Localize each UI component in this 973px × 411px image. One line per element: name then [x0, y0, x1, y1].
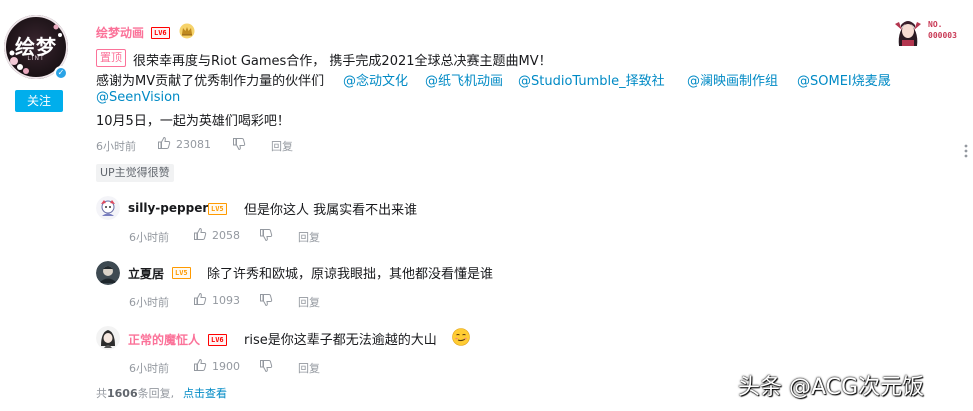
reply-button[interactable]: 回复 — [271, 138, 293, 154]
pinned-tag: 置顶 — [96, 49, 126, 67]
thumbs-up-icon[interactable] — [193, 227, 207, 241]
reply-time: 6小时前 — [129, 362, 169, 375]
poster-name[interactable]: 绘梦动画 — [96, 24, 144, 41]
reply-text: 除了许秀和欧城，原谅我眼拙，其他都没看懂是谁 — [207, 267, 494, 282]
watermark: 头条 @ACG次元饭 — [738, 375, 925, 400]
reply-text: rise是你这辈子都无法逾越的大山 — [244, 333, 437, 348]
reply-button[interactable]: 回复 — [298, 294, 320, 310]
more-vertical-icon[interactable] — [963, 143, 969, 159]
like-count: 23081 — [176, 138, 211, 151]
mention-link[interactable]: @澜映画制作组 — [687, 70, 778, 89]
smirk-emoji-icon — [452, 328, 470, 346]
thumbs-down-icon[interactable] — [259, 293, 273, 307]
comment-time: 6小时前 — [96, 140, 136, 153]
comment-section: 绘梦 LINT ✓ 关注 绘梦动画 LV6 NO. 000003 置顶 很荣幸再… — [0, 0, 973, 411]
reply-button[interactable]: 回复 — [298, 229, 320, 245]
reply-avatar[interactable] — [96, 261, 120, 285]
reply-author[interactable]: 立夏居 — [128, 265, 164, 282]
poster-level-badge: LV6 — [151, 27, 170, 39]
reply-time: 6小时前 — [129, 231, 169, 244]
thumbs-up-icon[interactable] — [157, 136, 171, 150]
content-line-1: 很荣幸再度与Riot Games合作， 携手完成2021全球总决赛主题曲MV！ — [133, 54, 552, 69]
reply-author[interactable]: silly-pepper — [128, 201, 208, 215]
content-line-2: 感谢为MV贡献了优秀制作力量的伙伴们 — [96, 74, 325, 89]
reply-time: 6小时前 — [129, 296, 169, 309]
reply-level-badge: LV5 — [208, 203, 227, 215]
total-suffix: 条回复, — [137, 387, 175, 400]
like-count: 2058 — [212, 229, 240, 242]
mention-link[interactable]: @纸飞机动画 — [425, 70, 503, 89]
thumbs-down-icon[interactable] — [232, 137, 246, 151]
poster-avatar[interactable]: 绘梦 LINT ✓ — [4, 15, 68, 80]
reply-avatar[interactable] — [96, 326, 120, 350]
crown-icon — [179, 23, 195, 39]
thumbs-down-icon[interactable] — [259, 228, 273, 242]
like-count: 1093 — [212, 294, 240, 307]
view-replies-link[interactable]: 点击查看 — [183, 385, 227, 401]
rank-label-line2: 000003 — [928, 31, 957, 40]
like-count: 1900 — [212, 360, 240, 373]
reply-level-badge: LV6 — [208, 334, 227, 346]
thumbs-up-icon[interactable] — [193, 292, 207, 306]
up-liked-tag: UP主觉得很赞 — [96, 164, 174, 182]
mention-link[interactable]: @SOMEI烧麦晟 — [797, 70, 891, 89]
thumbs-down-icon[interactable] — [259, 359, 273, 373]
rank-label-line1: NO. — [928, 20, 943, 29]
follow-button[interactable]: 关注 — [15, 90, 63, 112]
reply-button[interactable]: 回复 — [298, 360, 320, 376]
thumbs-up-icon[interactable] — [193, 358, 207, 372]
reply-text: 但是你这人 我属实看不出来谁 — [244, 203, 418, 218]
reply-author[interactable]: 正常的魔怔人 — [128, 331, 200, 348]
total-replies: 共1606条回复, — [96, 385, 174, 401]
rank-label: NO. 000003 — [928, 19, 957, 41]
total-count: 1606 — [107, 387, 138, 400]
total-prefix: 共 — [96, 387, 107, 400]
verified-icon: ✓ — [54, 66, 68, 80]
content-line-4: 10月5日，一起为英雄们喝彩吧！ — [96, 114, 290, 129]
mention-link[interactable]: @StudioTumble_择致社 — [518, 70, 665, 89]
mention-link[interactable]: @念动文化 — [343, 70, 408, 89]
avatar-logo-subtext: LINT — [27, 55, 45, 62]
rank-avatar-icon — [895, 21, 921, 46]
mention-link[interactable]: @SeenVision — [96, 90, 180, 105]
reply-avatar[interactable] — [96, 196, 120, 220]
reply-level-badge: LV5 — [172, 267, 191, 279]
